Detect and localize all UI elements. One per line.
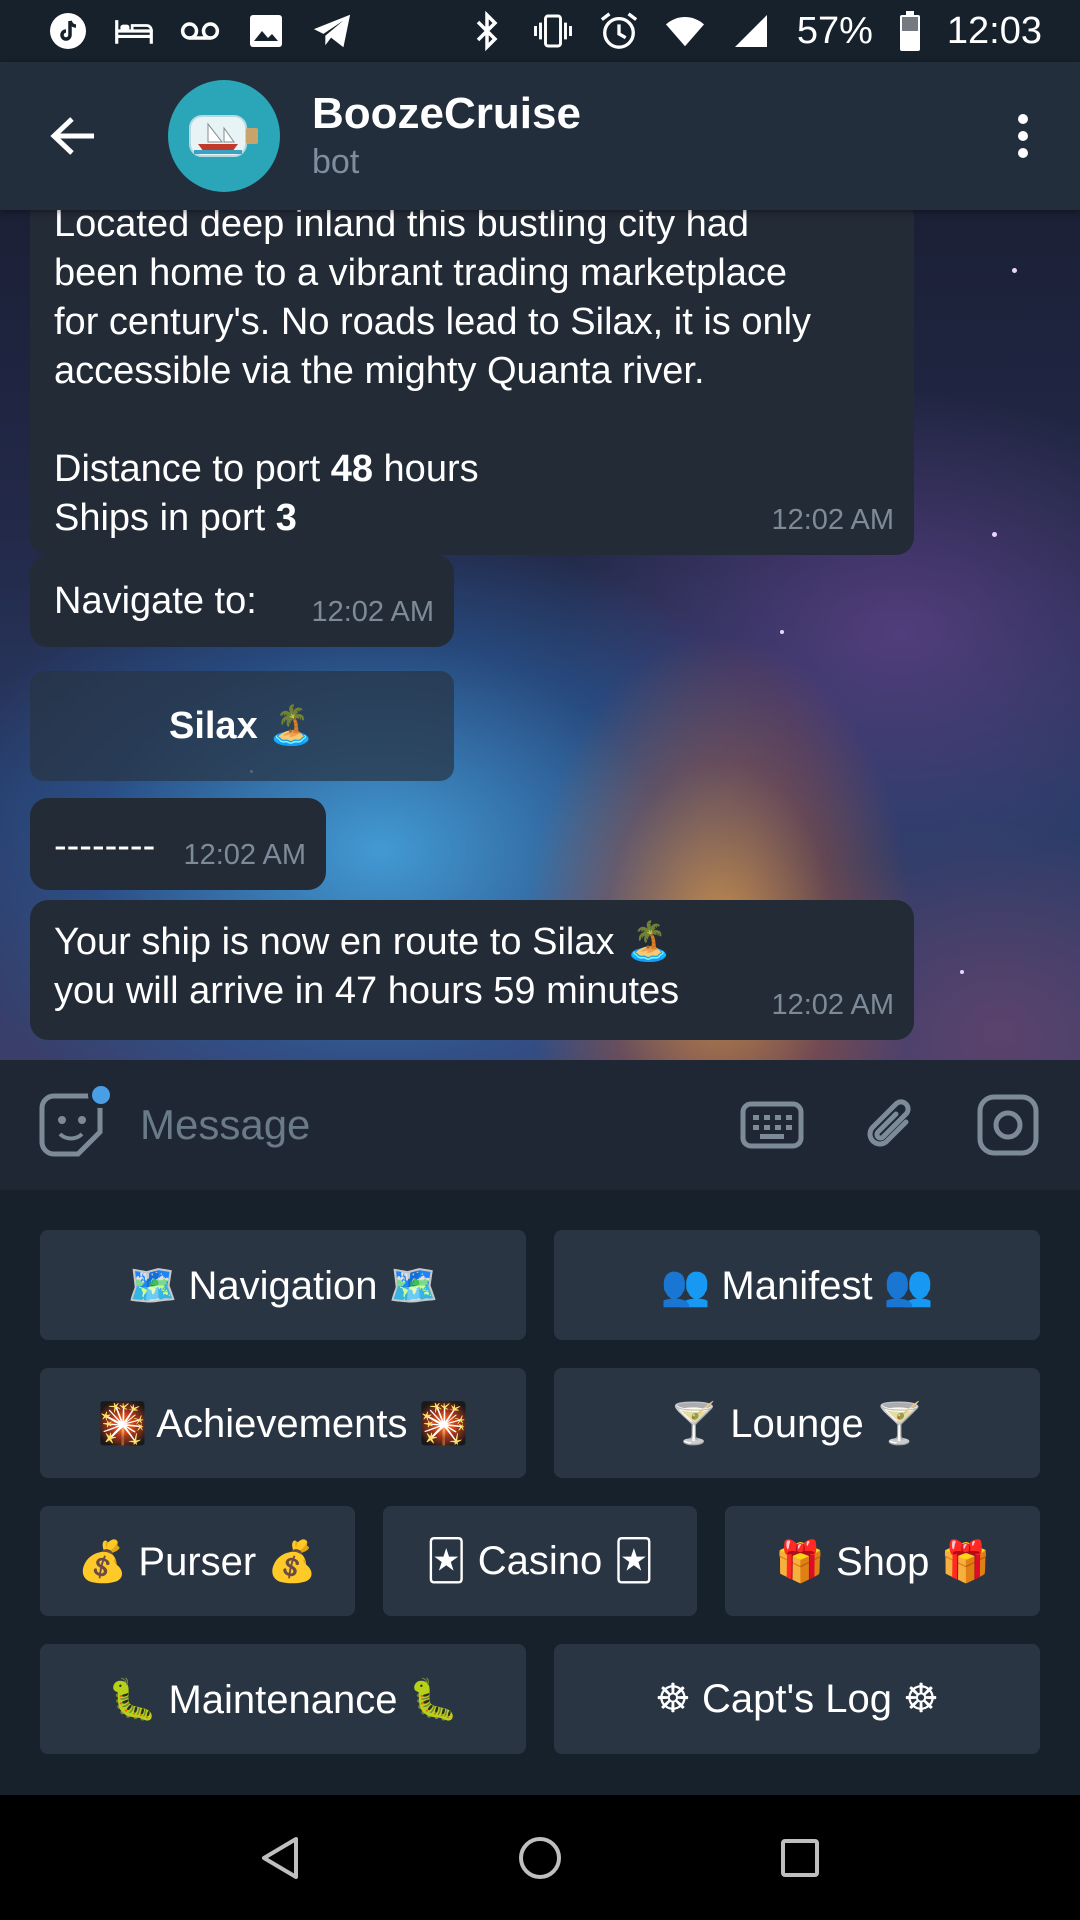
lounge-button[interactable]: 🍸 Lounge 🍸 [554,1368,1040,1478]
message-spacer [54,396,890,445]
message-bubble: Located deep inland this bustling city h… [30,210,914,555]
bot-keyboard: 🗺️ Navigation 🗺️ 👥 Manifest 👥 🎇 Achievem… [0,1190,1080,1795]
casino-button[interactable]: 🃏 Casino 🃏 [382,1506,698,1616]
chat-header: BoozeCruise bot [0,62,1080,210]
keyboard-row: 💰 Purser 💰 🃏 Casino 🃏 🎁 Shop 🎁 [40,1506,1041,1616]
notification-dot [88,1082,114,1108]
battery-percent: 57% [796,9,873,52]
attach-button[interactable] [852,1087,928,1163]
maintenance-button[interactable]: 🐛 Maintenance 🐛 [40,1644,526,1754]
island-icon: 🏝️ [267,705,316,747]
message-input[interactable] [140,1085,692,1165]
signal-icon [731,11,771,51]
message-text-line: Located deep inland this bustling city h… [54,210,750,245]
chat-subtitle: bot [312,143,360,181]
chat-area[interactable]: Located deep inland this bustling city h… [0,210,1080,1060]
triangle-back-icon [262,1836,298,1879]
battery-icon [899,11,921,51]
capts-log-button[interactable]: ☸ Capt's Log ☸ [554,1644,1040,1754]
purser-button[interactable]: 💰 Purser 💰 [40,1506,355,1616]
emoji-button[interactable] [34,1082,114,1162]
status-bar: 57% 12:03 [0,0,1080,62]
vibrate-icon [533,11,573,51]
back-button[interactable] [28,91,118,181]
nav-recents-button[interactable] [765,1823,835,1893]
keyboard-row: 🎇 Achievements 🎇 🍸 Lounge 🍸 [40,1368,1040,1478]
message-text: -------- [54,825,156,867]
keyboard-row: 🗺️ Navigation 🗺️ 👥 Manifest 👥 [40,1230,1040,1340]
inline-button-silax[interactable]: Silax 🏝️ [30,671,454,781]
message-time: 12:02 AM [771,504,894,536]
keyboard-icon [740,1101,804,1149]
message-text-line: Your ship is now en route to Silax 🏝️ [54,921,673,963]
clock: 12:03 [946,9,1042,52]
manifest-button[interactable]: 👥 Manifest 👥 [554,1230,1040,1340]
system-nav-bar [0,1795,1080,1920]
message-time: 12:02 AM [311,596,434,628]
alarm-icon [599,11,639,51]
distance-label: Distance to port [54,448,321,490]
circle-home-icon [519,1836,561,1879]
distance-line: Distance to port 48 hours [54,445,890,494]
camera-button[interactable] [970,1087,1046,1163]
wifi-icon [665,11,705,51]
message-bubble: -------- 12:02 AM [30,798,326,890]
distance-unit: hours [383,448,479,490]
keyboard-row: 🐛 Maintenance 🐛 ☸ Capt's Log ☸ [40,1644,1040,1754]
avatar[interactable] [168,80,280,192]
ship-in-bottle-icon [189,115,258,157]
ships-line: Ships in port 3 [54,494,890,543]
distance-value: 48 [330,448,373,490]
ships-label: Ships in port [54,497,266,539]
nav-back-button[interactable] [245,1823,315,1893]
message-text-line: for century's. No roads lead to Silax, i… [54,301,812,343]
achievements-button[interactable]: 🎇 Achievements 🎇 [40,1368,526,1478]
telegram-icon [312,11,352,51]
more-menu-button[interactable] [988,91,1058,181]
voicemail-icon [180,11,220,51]
bluetooth-icon [467,11,507,51]
tiktok-icon [48,11,88,51]
chat-title: BoozeCruise [312,89,581,138]
navigation-button[interactable]: 🗺️ Navigation 🗺️ [40,1230,526,1340]
keyboard-toggle-button[interactable] [734,1087,810,1163]
camera-icon [977,1094,1039,1156]
nav-home-button[interactable] [505,1823,575,1893]
message-text: Navigate to: [54,580,257,622]
message-input-bar [0,1060,1080,1190]
square-recents-icon [781,1838,819,1877]
paperclip-icon [867,1099,911,1147]
bed-icon [114,11,154,51]
image-icon [246,11,286,51]
message-bubble: Navigate to: 12:02 AM [30,555,454,647]
message-text-line: accessible via the mighty Quanta river. [54,350,705,392]
inline-button-label: Silax [168,704,258,747]
more-vertical-icon [1018,114,1028,158]
message-text-line: been home to a vibrant trading marketpla… [54,252,787,294]
shop-button[interactable]: 🎁 Shop 🎁 [725,1506,1041,1616]
arrow-left-icon [50,117,94,155]
message-time: 12:02 AM [183,839,306,871]
ships-value: 3 [275,497,297,539]
message-bubble: Your ship is now en route to Silax 🏝️ yo… [30,900,914,1040]
message-time: 12:02 AM [771,989,894,1021]
message-text-line: you will arrive in 47 hours 59 minutes [54,970,680,1012]
